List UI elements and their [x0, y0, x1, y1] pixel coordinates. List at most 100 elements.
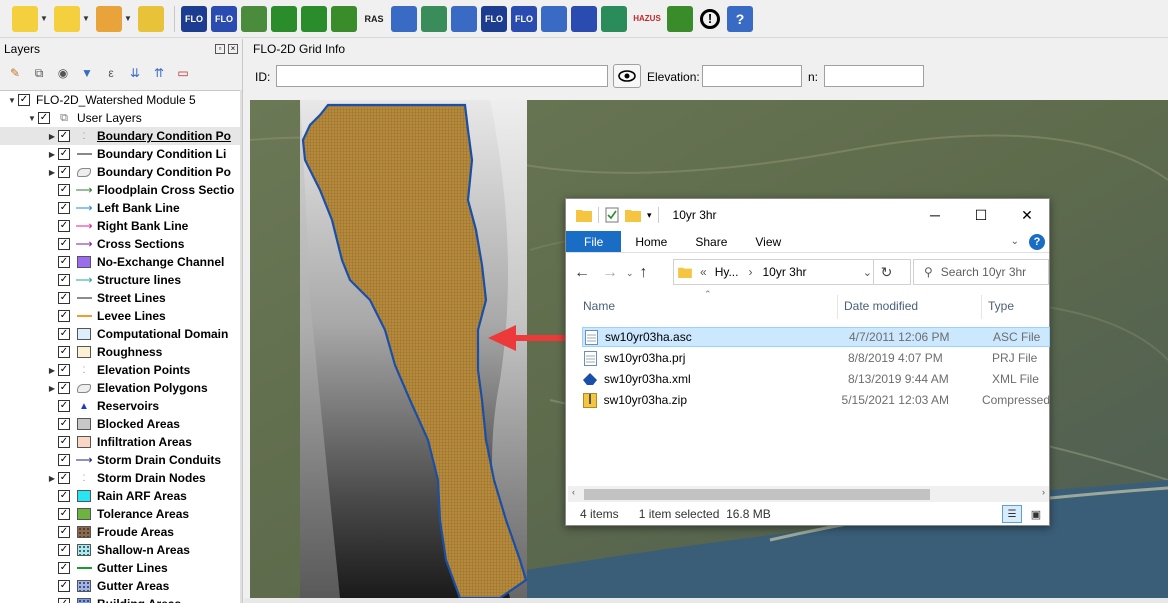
scroll-left-icon[interactable]: ‹: [572, 487, 575, 497]
expand-arrow-icon[interactable]: ▶: [46, 150, 58, 159]
layer-row[interactable]: ▶ ✓ ⁚ Storm Drain Nodes: [0, 469, 241, 487]
new-folder-icon[interactable]: [625, 208, 641, 222]
forward-arrow-icon[interactable]: →: [602, 264, 618, 282]
file-row[interactable]: sw10yr03ha.prj 8/8/2019 4:07 PM PRJ File: [582, 348, 1050, 368]
close-panel-icon[interactable]: ×: [228, 44, 238, 54]
maximize-button[interactable]: ☐: [958, 199, 1004, 231]
layer-row[interactable]: ✓ Tolerance Areas: [0, 505, 241, 523]
layer-checkbox[interactable]: ✓: [58, 526, 70, 538]
data-chart-button[interactable]: [571, 4, 597, 34]
properties-icon[interactable]: [605, 207, 619, 223]
elevation-input[interactable]: [702, 65, 802, 87]
layer-checkbox[interactable]: ✓: [58, 400, 70, 412]
layer-row[interactable]: ✓ Blocked Areas: [0, 415, 241, 433]
column-divider[interactable]: [837, 295, 838, 319]
layer-tree-scrollbar[interactable]: [240, 90, 242, 603]
layer-checkbox[interactable]: ✓: [58, 328, 70, 340]
dropdown-arrow-icon[interactable]: ▼: [40, 14, 50, 23]
layer-checkbox[interactable]: ✓: [58, 436, 70, 448]
layer-row[interactable]: ✓ Shallow-n Areas: [0, 541, 241, 559]
ras-import-button[interactable]: RAS: [361, 4, 387, 34]
file-row[interactable]: sw10yr03ha.zip 5/15/2021 12:03 AM Compress…: [582, 390, 1050, 410]
horizontal-scrollbar[interactable]: ‹ ›: [568, 486, 1049, 502]
layer-checkbox[interactable]: ✓: [58, 238, 70, 250]
breadcrumb-overflow[interactable]: «: [700, 265, 707, 279]
ribbon-tab-share[interactable]: Share: [681, 231, 741, 252]
ribbon-tab-view[interactable]: View: [741, 231, 795, 252]
layer-checkbox[interactable]: ✓: [58, 418, 70, 430]
layer-row[interactable]: ✓ No-Exchange Channel: [0, 253, 241, 271]
ribbon-tab-file[interactable]: File: [566, 231, 622, 252]
layer-checkbox[interactable]: ✓: [58, 220, 70, 232]
elevation-tool-button[interactable]: [331, 4, 357, 34]
expand-all-icon[interactable]: ⇊: [126, 64, 144, 82]
expand-arrow-icon[interactable]: ▶: [46, 366, 58, 375]
id-input[interactable]: [276, 65, 608, 87]
identify-feature-button[interactable]: [138, 4, 164, 34]
recent-dropdown-icon[interactable]: ⌄: [626, 268, 634, 279]
minimize-button[interactable]: ─: [912, 199, 958, 231]
quick-access-dropdown-icon[interactable]: ▾: [647, 210, 652, 221]
layer-row[interactable]: ✓ Froude Areas: [0, 523, 241, 541]
deselect-button[interactable]: ▼: [96, 4, 134, 34]
layer-checkbox[interactable]: ✓: [58, 472, 70, 484]
layer-checkbox[interactable]: ✓: [38, 112, 50, 124]
breadcrumb-parent[interactable]: Hy...: [715, 265, 739, 279]
large-icons-view-icon[interactable]: ▣: [1026, 505, 1046, 523]
ribbon-tab-home[interactable]: Home: [621, 231, 681, 252]
layer-checkbox[interactable]: ✓: [58, 346, 70, 358]
layer-row[interactable]: ✓ Gutter Areas: [0, 577, 241, 595]
layer-checkbox[interactable]: ✓: [18, 94, 30, 106]
layer-row[interactable]: ✓ Street Lines: [0, 289, 241, 307]
layer-checkbox[interactable]: ✓: [58, 364, 70, 376]
layer-row[interactable]: ✓ Gutter Lines: [0, 559, 241, 577]
layer-checkbox[interactable]: ✓: [58, 544, 70, 556]
expression-filter-icon[interactable]: ε: [102, 64, 120, 82]
layer-checkbox[interactable]: ✓: [58, 130, 70, 142]
bar-graph-button[interactable]: [667, 4, 693, 34]
layer-row[interactable]: ✓ ⟶ Structure lines: [0, 271, 241, 289]
layer-row[interactable]: ▶ ✓ Boundary Condition Po: [0, 163, 241, 181]
layer-row[interactable]: ✓ ⟶ Floodplain Cross Sectio: [0, 181, 241, 199]
layer-row[interactable]: ✓ Infiltration Areas: [0, 433, 241, 451]
layer-checkbox[interactable]: ✓: [58, 292, 70, 304]
group-row-watershed[interactable]: ▼ ✓ FLO-2D_Watershed Module 5: [0, 91, 241, 109]
add-group-icon[interactable]: ⧉: [30, 64, 48, 82]
collapse-all-icon[interactable]: ⇈: [150, 64, 168, 82]
grid-tool-2-button[interactable]: [301, 4, 327, 34]
layer-checkbox[interactable]: ✓: [58, 184, 70, 196]
style-brush-icon[interactable]: ✎: [6, 64, 24, 82]
layer-checkbox[interactable]: ✓: [58, 166, 70, 178]
layer-checkbox[interactable]: ✓: [58, 508, 70, 520]
column-header-name[interactable]: Name: [583, 299, 615, 313]
close-button[interactable]: ✕: [1004, 199, 1050, 231]
layer-checkbox[interactable]: ✓: [58, 310, 70, 322]
help-person-button[interactable]: [541, 4, 567, 34]
address-dropdown-icon[interactable]: ⌄: [863, 266, 872, 279]
search-box[interactable]: ⚲ Search 10yr 3hr: [913, 259, 1049, 285]
layer-checkbox[interactable]: ✓: [58, 454, 70, 466]
layer-checkbox[interactable]: ✓: [58, 382, 70, 394]
layer-checkbox[interactable]: ✓: [58, 274, 70, 286]
visibility-eye-icon[interactable]: ◉: [54, 64, 72, 82]
eye-toggle-button[interactable]: [613, 64, 641, 88]
flo-2d-run-button[interactable]: FLO: [481, 4, 507, 34]
flo-2d-logo-button[interactable]: FLO: [181, 4, 207, 34]
layer-row[interactable]: ✓ Computational Domain: [0, 325, 241, 343]
layer-checkbox[interactable]: ✓: [58, 490, 70, 502]
float-panel-icon[interactable]: ▫: [215, 44, 225, 54]
expand-arrow-icon[interactable]: ▼: [6, 96, 18, 105]
layer-checkbox[interactable]: ✓: [58, 562, 70, 574]
expand-arrow-icon[interactable]: ▶: [46, 474, 58, 483]
warning-button[interactable]: !: [697, 4, 723, 34]
layer-checkbox[interactable]: ✓: [58, 202, 70, 214]
filter-icon[interactable]: ▼: [78, 64, 96, 82]
hills-button[interactable]: [601, 4, 627, 34]
profile-button[interactable]: [421, 4, 447, 34]
file-row[interactable]: sw10yr03ha.asc 4/7/2011 12:06 PM ASC File: [582, 327, 1050, 347]
grid-tool-button[interactable]: [271, 4, 297, 34]
table-editor-button[interactable]: [391, 4, 417, 34]
layer-row[interactable]: ✓ ⟶ Storm Drain Conduits: [0, 451, 241, 469]
select-features-button[interactable]: ▼: [12, 4, 50, 34]
breadcrumb-current[interactable]: 10yr 3hr: [762, 265, 806, 279]
